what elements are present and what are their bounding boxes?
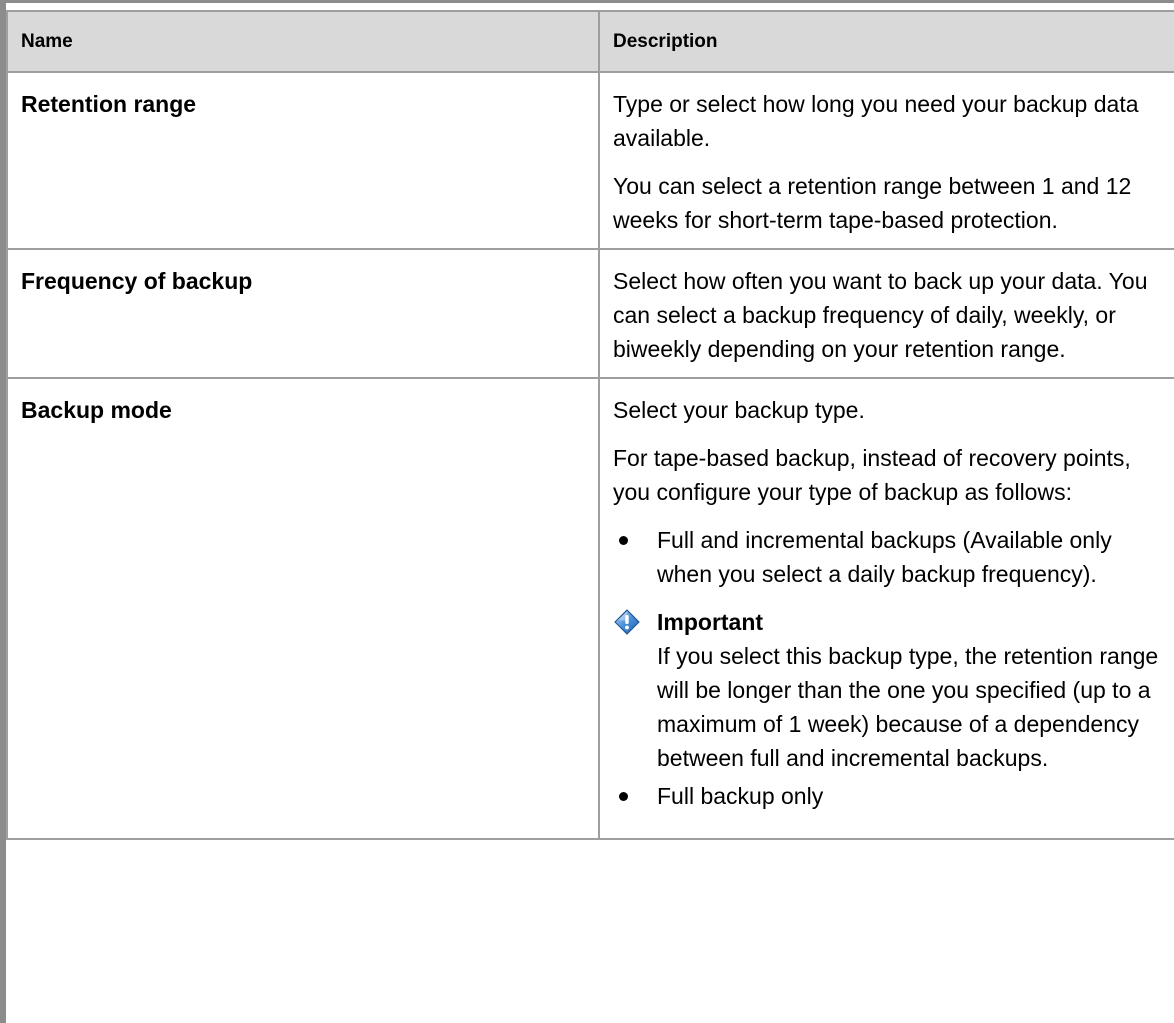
description-paragraph: You can select a retention range between… — [613, 173, 1132, 233]
table-row: Backup mode Select your backup type. For… — [6, 377, 1174, 840]
important-icon — [614, 609, 640, 635]
list-item-text: Full backup only — [657, 783, 824, 809]
description-paragraph: Select how often you want to back up you… — [613, 268, 1148, 362]
row-name-retention-range: Retention range — [6, 71, 600, 250]
list-item: Full backup only — [613, 779, 1163, 813]
row-description: Type or select how long you need your ba… — [598, 71, 1174, 250]
row-name-backup-mode: Backup mode — [6, 377, 600, 840]
list-item: Full and incremental backups (Available … — [613, 523, 1163, 591]
row-description: Select how often you want to back up you… — [598, 248, 1174, 379]
table-header-row: Name Description — [6, 10, 1174, 73]
description-paragraph: Type or select how long you need your ba… — [613, 91, 1139, 151]
column-header-name: Name — [6, 10, 600, 73]
bullet-icon — [619, 792, 628, 801]
table-row: Frequency of backup Select how often you… — [6, 248, 1174, 379]
alert-text: If you select this backup type, the rete… — [657, 643, 1159, 771]
bullet-list: Full and incremental backups (Available … — [613, 523, 1163, 591]
document-page: Name Description Retention range Type or… — [0, 0, 1174, 1023]
description-paragraph: For tape-based backup, instead of recove… — [613, 445, 1131, 505]
bullet-list: Full backup only — [613, 779, 1163, 813]
alert-title: Important — [657, 609, 764, 635]
alert-heading: Important — [614, 605, 1163, 639]
row-description: Select your backup type. For tape-based … — [598, 377, 1174, 840]
list-item-text: Full and incremental backups (Available … — [657, 527, 1112, 587]
description-paragraph: Select your backup type. — [613, 397, 865, 423]
row-name-frequency-of-backup: Frequency of backup — [6, 248, 600, 379]
definition-table: Name Description Retention range Type or… — [6, 10, 1174, 840]
bullet-icon — [619, 536, 628, 545]
column-header-description: Description — [598, 10, 1174, 73]
important-alert: Important If you select this backup type… — [613, 605, 1163, 775]
table-row: Retention range Type or select how long … — [6, 71, 1174, 250]
